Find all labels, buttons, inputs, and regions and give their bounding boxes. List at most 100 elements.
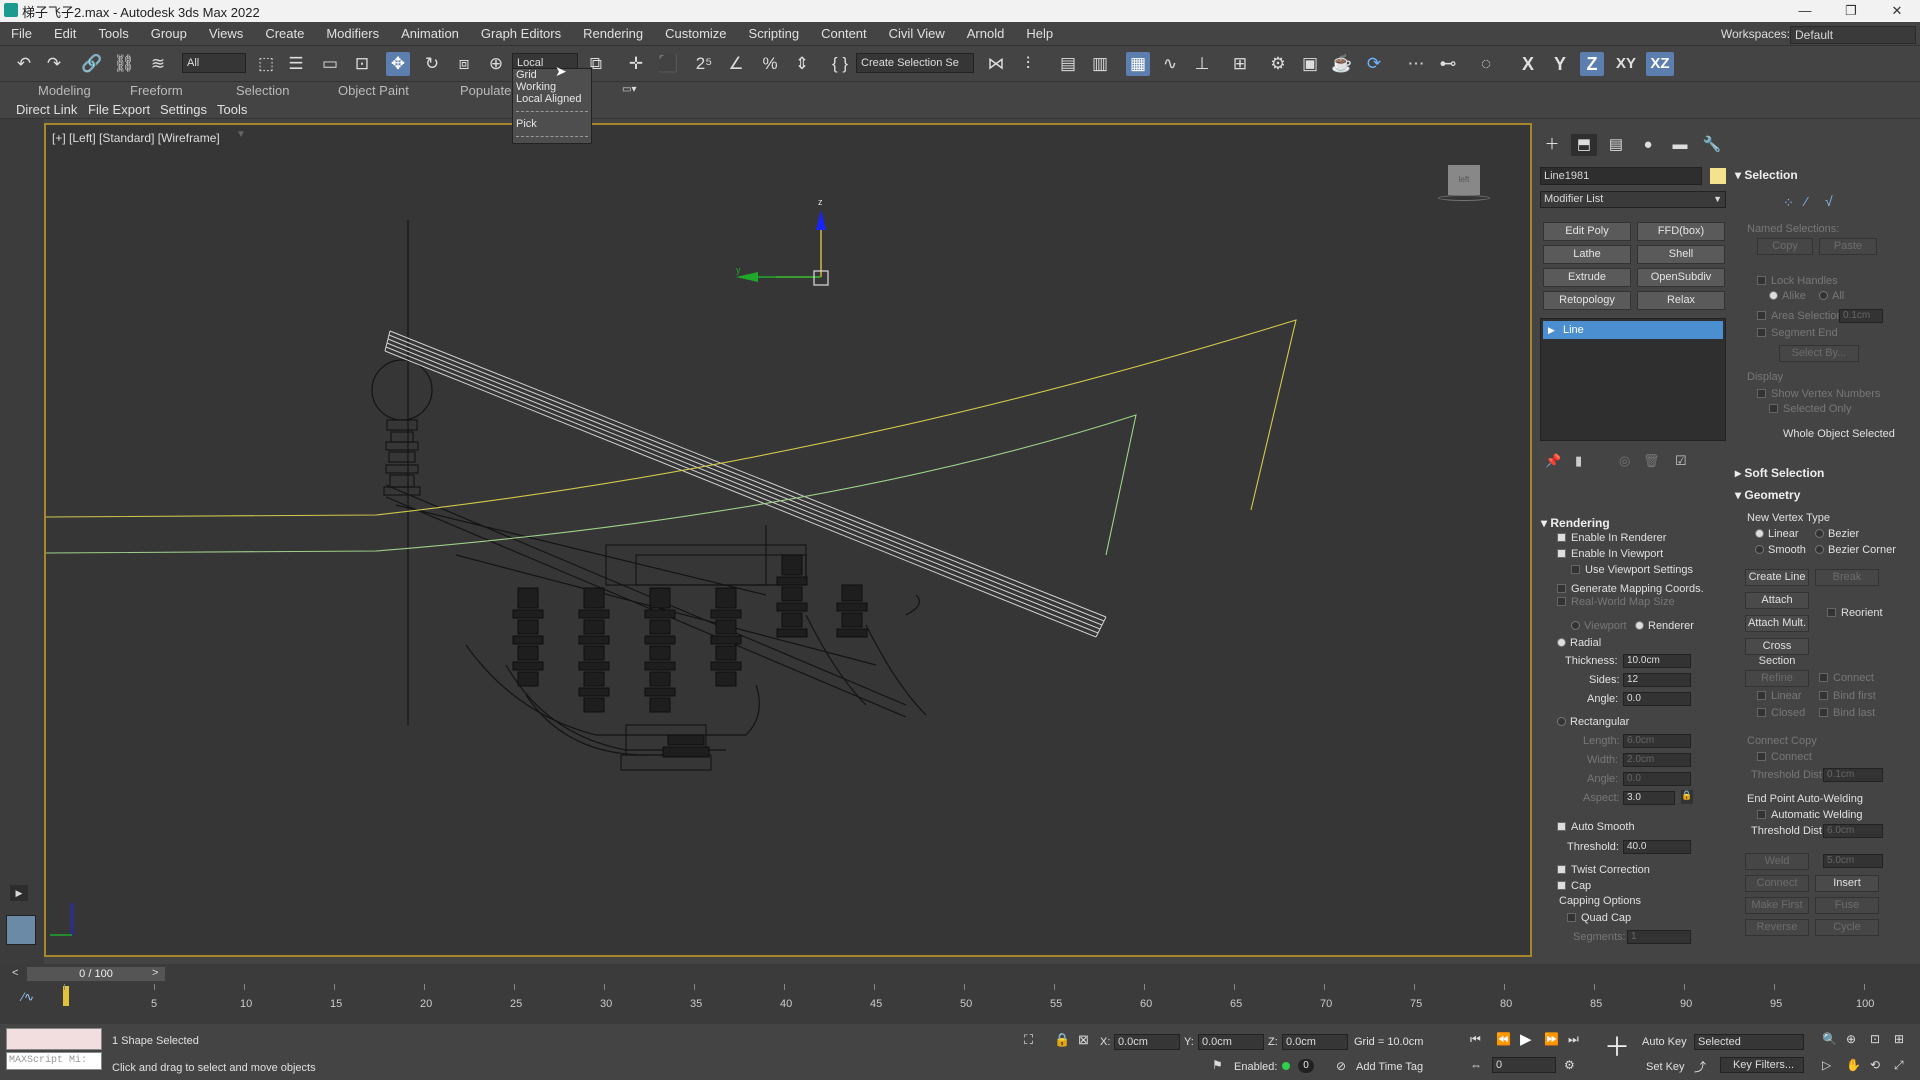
- extrude-button[interactable]: Extrude: [1543, 268, 1631, 287]
- segment-end-checkbox[interactable]: Segment End: [1757, 327, 1838, 339]
- zoom-all-icon[interactable]: ⊕: [1846, 1032, 1856, 1046]
- track-bar[interactable]: ⁄∿ 5 10 15 20 25 30 35 40 45 50 55 60 65…: [0, 984, 1920, 1024]
- z-coordinate-field[interactable]: 0.0cm: [1282, 1034, 1348, 1050]
- area-selection-spinner[interactable]: 0.1cm: [1839, 309, 1883, 323]
- render-setup-icon[interactable]: ⚙: [1266, 52, 1290, 76]
- width-spinner[interactable]: 2.0cm: [1623, 753, 1691, 767]
- ruler-icon[interactable]: ⊷: [1436, 52, 1460, 76]
- radial-radio[interactable]: Radial: [1557, 637, 1601, 649]
- opensubdiv-button[interactable]: OpenSubdiv: [1637, 268, 1725, 287]
- time-tag-icon[interactable]: ⊘: [1336, 1059, 1346, 1073]
- window-crossing-icon[interactable]: ⊡: [350, 52, 374, 76]
- threshold-dist2-spinner[interactable]: 6.0cm: [1823, 824, 1883, 838]
- align-icon[interactable]: ⫶: [1016, 52, 1040, 76]
- scene-wireframe[interactable]: z y: [46, 125, 1530, 955]
- keyboard-shortcut-icon[interactable]: ⬛: [656, 52, 680, 76]
- expand-icon[interactable]: ▶: [1548, 321, 1555, 339]
- select-scale-icon[interactable]: ⧈: [452, 52, 476, 76]
- selection-filter-dropdown[interactable]: All: [182, 53, 246, 73]
- pan-icon[interactable]: ✋: [1846, 1058, 1861, 1072]
- weld-spinner[interactable]: 5.0cm: [1823, 854, 1883, 868]
- enable-in-renderer-checkbox[interactable]: Enable In Renderer: [1557, 532, 1666, 544]
- grid-icon[interactable]: ⋯: [1404, 52, 1428, 76]
- prev-frame-arrow-icon[interactable]: <: [12, 967, 18, 979]
- show-vertex-numbers-checkbox[interactable]: Show Vertex Numbers: [1757, 388, 1880, 400]
- zoom-extents-all-icon[interactable]: ⊞: [1894, 1032, 1904, 1046]
- time-config-icon[interactable]: ⚙: [1564, 1058, 1575, 1072]
- set-key-button[interactable]: Set Key: [1646, 1061, 1685, 1073]
- menu-arnold[interactable]: Arnold: [956, 26, 1016, 41]
- unlink-icon[interactable]: ⛓: [112, 52, 136, 76]
- sides-spinner[interactable]: 12: [1623, 673, 1691, 687]
- place-icon[interactable]: ⊕: [484, 52, 508, 76]
- material-editor-icon[interactable]: ⊞: [1228, 52, 1252, 76]
- tools-menu[interactable]: Tools: [217, 102, 247, 117]
- object-color-swatch[interactable]: [1710, 168, 1726, 184]
- auto-key-button[interactable]: Auto Key: [1642, 1036, 1687, 1048]
- object-name-field[interactable]: Line1981: [1540, 167, 1702, 185]
- angle2-spinner[interactable]: 0.0: [1623, 772, 1691, 786]
- viewport-layout-thumb[interactable]: [6, 915, 36, 945]
- menu-civil-view[interactable]: Civil View: [878, 26, 956, 41]
- bind-first-checkbox[interactable]: Bind first: [1819, 690, 1876, 702]
- direct-link-menu[interactable]: Direct Link: [16, 102, 77, 117]
- restore-button[interactable]: ❐: [1828, 0, 1874, 22]
- lathe-button[interactable]: Lathe: [1543, 245, 1631, 264]
- angle-snap-icon[interactable]: ∠: [724, 52, 748, 76]
- auto-key-mode-dropdown[interactable]: Selected: [1694, 1034, 1804, 1050]
- mini-curve-editor-icon[interactable]: ⁄∿: [22, 990, 34, 1004]
- coord-option-working[interactable]: Working: [513, 81, 591, 93]
- viewport-radio[interactable]: Viewport: [1571, 620, 1627, 632]
- ribbon-tab-populate[interactable]: Populate: [460, 83, 511, 98]
- fuse-button[interactable]: Fuse: [1815, 897, 1879, 914]
- add-time-tag-button[interactable]: Add Time Tag: [1356, 1061, 1423, 1073]
- reverse-button[interactable]: Reverse: [1745, 919, 1809, 936]
- linear-radio[interactable]: Linear: [1755, 528, 1799, 540]
- enabled-value[interactable]: 0: [1298, 1059, 1314, 1073]
- refresh-icon[interactable]: ⟳: [1362, 52, 1386, 76]
- toggle-ribbon-icon[interactable]: ▥: [1088, 52, 1112, 76]
- menu-tools[interactable]: Tools: [87, 26, 139, 41]
- soft-selection-rollout-header[interactable]: ▸ Soft Selection: [1735, 466, 1824, 480]
- coord-option-pick[interactable]: Pick: [513, 118, 591, 130]
- next-frame-icon[interactable]: ⏩: [1544, 1032, 1559, 1046]
- undo-icon[interactable]: ↶: [12, 52, 36, 76]
- close-button[interactable]: ✕: [1874, 0, 1920, 22]
- use-viewport-settings-checkbox[interactable]: Use Viewport Settings: [1571, 564, 1693, 576]
- select-manipulate-icon[interactable]: ✛: [624, 52, 648, 76]
- mirror-icon[interactable]: ⋈: [984, 52, 1008, 76]
- viewport-left[interactable]: [+] [Left] [Standard] [Wireframe] ▼ left: [44, 123, 1532, 957]
- menu-customize[interactable]: Customize: [654, 26, 737, 41]
- expand-layout-icon[interactable]: ▶: [10, 885, 28, 901]
- percent-snap-icon[interactable]: %: [758, 52, 782, 76]
- selected-only-checkbox[interactable]: Selected Only: [1769, 403, 1851, 415]
- rectangular-radio[interactable]: Rectangular: [1557, 716, 1629, 728]
- refine-button[interactable]: Refine: [1745, 670, 1809, 687]
- remove-modifier-icon[interactable]: 🗑: [1643, 453, 1660, 469]
- modify-tab-icon[interactable]: ⬒: [1571, 134, 1597, 156]
- utilities-tab-icon[interactable]: 🔧: [1699, 134, 1725, 156]
- axis-z-button[interactable]: Z: [1580, 52, 1604, 76]
- automatic-welding-checkbox[interactable]: Automatic Welding: [1757, 809, 1863, 821]
- key-tangent-icon[interactable]: ⤴: [1694, 1058, 1706, 1075]
- renderer-radio[interactable]: Renderer: [1635, 620, 1694, 632]
- rect-selection-icon[interactable]: ▭: [318, 52, 342, 76]
- coord-option-grid[interactable]: Grid: [513, 69, 591, 81]
- maxscript-listener-pink[interactable]: [6, 1028, 102, 1050]
- selection-set-dropdown[interactable]: Create Selection Se: [856, 53, 974, 73]
- menu-views[interactable]: Views: [198, 26, 254, 41]
- maxscript-listener-white[interactable]: MAXScript Mi:: [6, 1052, 102, 1070]
- break-button[interactable]: Break: [1815, 569, 1879, 586]
- copy-button[interactable]: Copy: [1757, 238, 1813, 255]
- bind-space-warp-icon[interactable]: ≋: [146, 52, 170, 76]
- shell-button[interactable]: Shell: [1637, 245, 1725, 264]
- select-move-icon[interactable]: ✥: [386, 52, 410, 76]
- select-by-name-icon[interactable]: ☰: [284, 52, 308, 76]
- go-to-start-icon[interactable]: ⏮: [1470, 1032, 1481, 1047]
- generate-mapping-checkbox[interactable]: Generate Mapping Coords.: [1557, 583, 1704, 595]
- menu-create[interactable]: Create: [254, 26, 315, 41]
- bind-last-checkbox[interactable]: Bind last: [1819, 707, 1875, 719]
- show-end-result-icon[interactable]: ▮: [1575, 453, 1582, 469]
- x-coordinate-field[interactable]: 0.0cm: [1114, 1034, 1180, 1050]
- insert-button[interactable]: Insert: [1815, 875, 1879, 892]
